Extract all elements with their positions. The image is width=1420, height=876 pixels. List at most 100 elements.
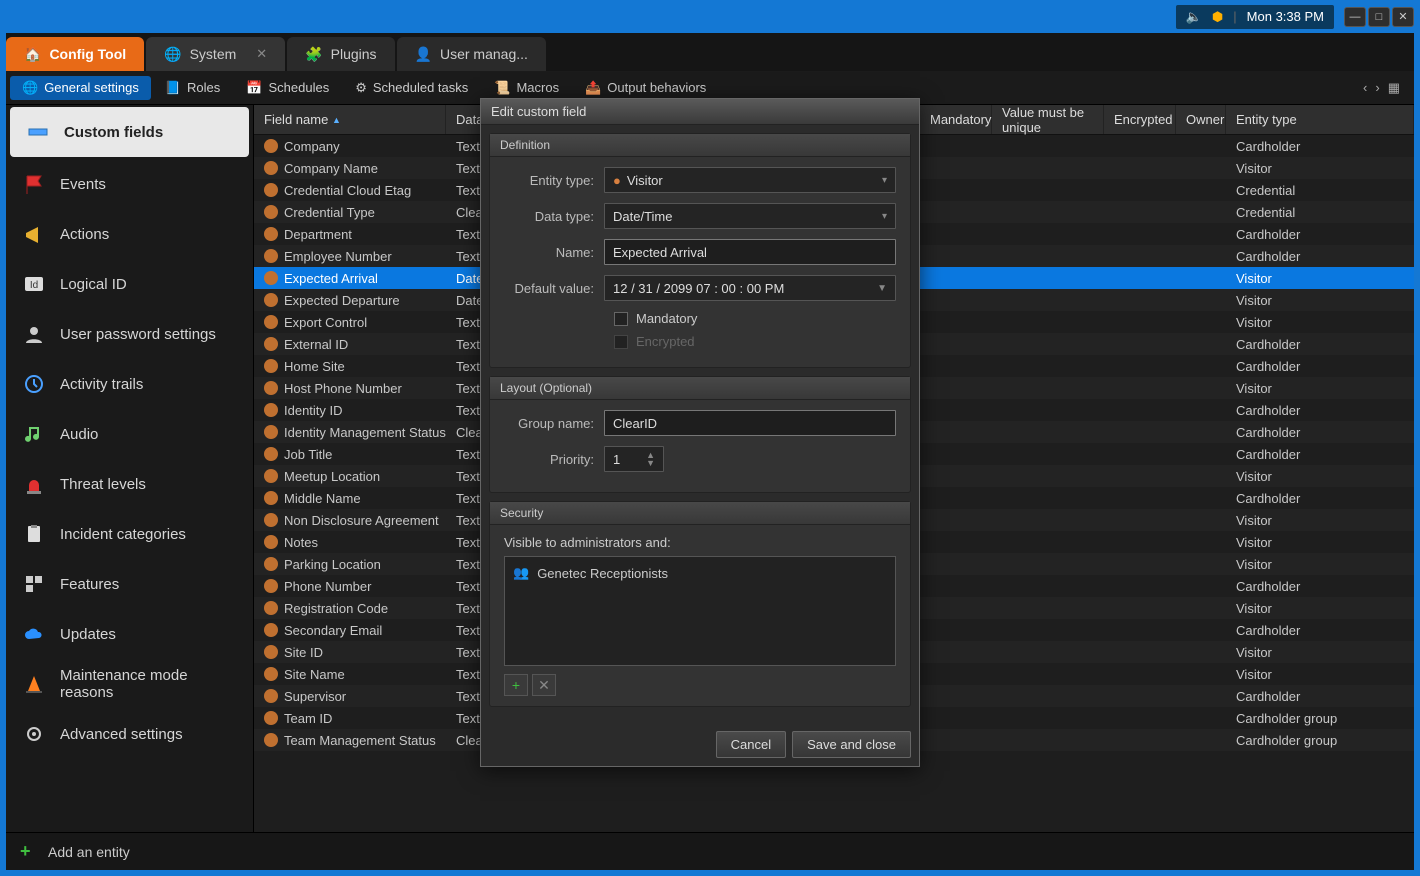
svg-text:Id: Id [30,280,38,291]
save-and-close-button[interactable]: Save and close [792,731,911,758]
entity-icon [264,249,278,263]
sidebar-item-updates[interactable]: Updates [6,609,253,659]
entity-type-combo[interactable]: ●Visitor [604,167,896,193]
sidebar-item-maintenance-mode-reasons[interactable]: Maintenance mode reasons [6,659,253,709]
shield-icon[interactable]: ⬢ [1212,9,1223,25]
entity-icon [264,425,278,439]
th-owner[interactable]: Owner [1176,105,1226,134]
sidebar-item-audio[interactable]: Audio [6,409,253,459]
entity-icon [264,447,278,461]
subtab-schedules[interactable]: 📅 Schedules [234,76,341,100]
bottom-bar: + Add an entity [6,832,1414,870]
cone-icon [22,672,46,696]
data-type-combo[interactable]: Date/Time [604,203,896,229]
entity-icon [264,161,278,175]
sidebar-item-actions[interactable]: Actions [6,209,253,259]
entity-icon [264,381,278,395]
subtab-general-settings[interactable]: 🌐 General settings [10,76,151,100]
plus-icon[interactable]: + [20,843,38,861]
nav-next-icon[interactable]: › [1375,80,1379,95]
checkbox-icon [614,335,628,349]
sidebar-item-activity-trails[interactable]: Activity trails [6,359,253,409]
sidebar-item-custom-fields[interactable]: Custom fields [10,107,249,157]
entity-icon [264,579,278,593]
close-icon[interactable]: ✕ [256,46,267,62]
tab-config-tool[interactable]: 🏠 Config Tool [6,37,144,71]
entity-icon [264,623,278,637]
sidebar-item-advanced-settings[interactable]: Advanced settings [6,709,253,759]
th-mandatory[interactable]: Mandatory [920,105,992,134]
entity-icon [264,183,278,197]
entity-icon [264,601,278,615]
task-icon: ⚙ [355,80,367,96]
flag-icon [22,172,46,196]
mandatory-checkbox[interactable]: Mandatory [614,311,896,326]
spinner-icon: ▲▼ [646,451,655,467]
calendar-icon: 📅 [246,80,262,96]
th-entity-type[interactable]: Entity type [1226,105,1414,134]
sidebar: Custom fieldsEventsActionsIdLogical IDUs… [6,105,254,832]
entity-icon [264,205,278,219]
subtab-roles[interactable]: 📘 Roles [153,76,232,100]
roles-icon: 📘 [165,80,181,96]
th-field-name[interactable]: Field name ▲ [254,105,446,134]
clipboard-icon [22,522,46,546]
subtab-scheduled-tasks[interactable]: ⚙ Scheduled tasks [343,76,480,100]
entity-icon [264,645,278,659]
sidebar-item-threat-levels[interactable]: Threat levels [6,459,253,509]
security-list-item[interactable]: 👥 Genetec Receptionists [511,563,889,583]
priority-spinner[interactable]: 1▲▼ [604,446,664,472]
entity-icon [264,689,278,703]
cancel-button[interactable]: Cancel [716,731,786,758]
th-unique[interactable]: Value must be unique [992,105,1104,134]
group-name-label: Group name: [504,416,604,431]
add-security-button[interactable]: + [504,674,528,696]
id-icon: Id [22,272,46,296]
group-icon: 👥 [513,565,529,581]
entity-icon [264,359,278,373]
priority-label: Priority: [504,452,604,467]
speaker-icon[interactable]: 🔈 [1186,9,1202,25]
clock-icon [22,372,46,396]
default-value-datepicker[interactable]: 12 / 31 / 2099 07 : 00 : 00 PM▼ [604,275,896,301]
remove-security-button[interactable]: ✕ [532,674,556,696]
siren-icon [22,472,46,496]
name-input[interactable] [604,239,896,265]
section-security: Security Visible to administrators and: … [489,501,911,707]
sidebar-item-events[interactable]: Events [6,159,253,209]
th-encrypted[interactable]: Encrypted [1104,105,1176,134]
tab-system[interactable]: 🌐 System ✕ [146,37,285,71]
entity-icon [264,711,278,725]
minimize-button[interactable]: — [1344,7,1366,27]
section-layout: Layout (Optional) Group name: Priority: … [489,376,911,493]
sidebar-item-user-password-settings[interactable]: User password settings [6,309,253,359]
nav-menu-icon[interactable]: ▦ [1388,80,1400,96]
maximize-button[interactable]: □ [1368,7,1390,27]
tab-plugins[interactable]: 🧩 Plugins [287,37,394,71]
default-value-label: Default value: [504,281,604,296]
section-definition: Definition Entity type: ●Visitor Data ty… [489,133,911,368]
entity-icon [264,733,278,747]
close-button[interactable]: ✕ [1392,7,1414,27]
subtab-macros[interactable]: 📜 Macros [482,76,571,100]
chevron-down-icon: ▼ [877,283,887,294]
data-type-label: Data type: [504,209,604,224]
subtab-output-behaviors[interactable]: 📤 Output behaviors [573,76,718,100]
nav-prev-icon[interactable]: ‹ [1363,80,1367,95]
entity-icon [264,271,278,285]
add-entity-button[interactable]: Add an entity [48,844,130,860]
macro-icon: 📜 [494,80,510,96]
entity-icon [264,557,278,571]
security-list[interactable]: 👥 Genetec Receptionists [504,556,896,666]
cloud-icon [22,622,46,646]
user-icon: 👤 [415,46,432,63]
group-name-input[interactable] [604,410,896,436]
sidebar-item-incident-categories[interactable]: Incident categories [6,509,253,559]
sidebar-item-logical-id[interactable]: IdLogical ID [6,259,253,309]
edit-custom-field-dialog: Edit custom field Definition Entity type… [480,98,920,767]
gear-icon [22,722,46,746]
globe-icon: 🌐 [164,46,181,63]
sidebar-item-features[interactable]: Features [6,559,253,609]
tab-user-management[interactable]: 👤 User manag... [397,37,546,71]
encrypted-checkbox: Encrypted [614,334,896,349]
